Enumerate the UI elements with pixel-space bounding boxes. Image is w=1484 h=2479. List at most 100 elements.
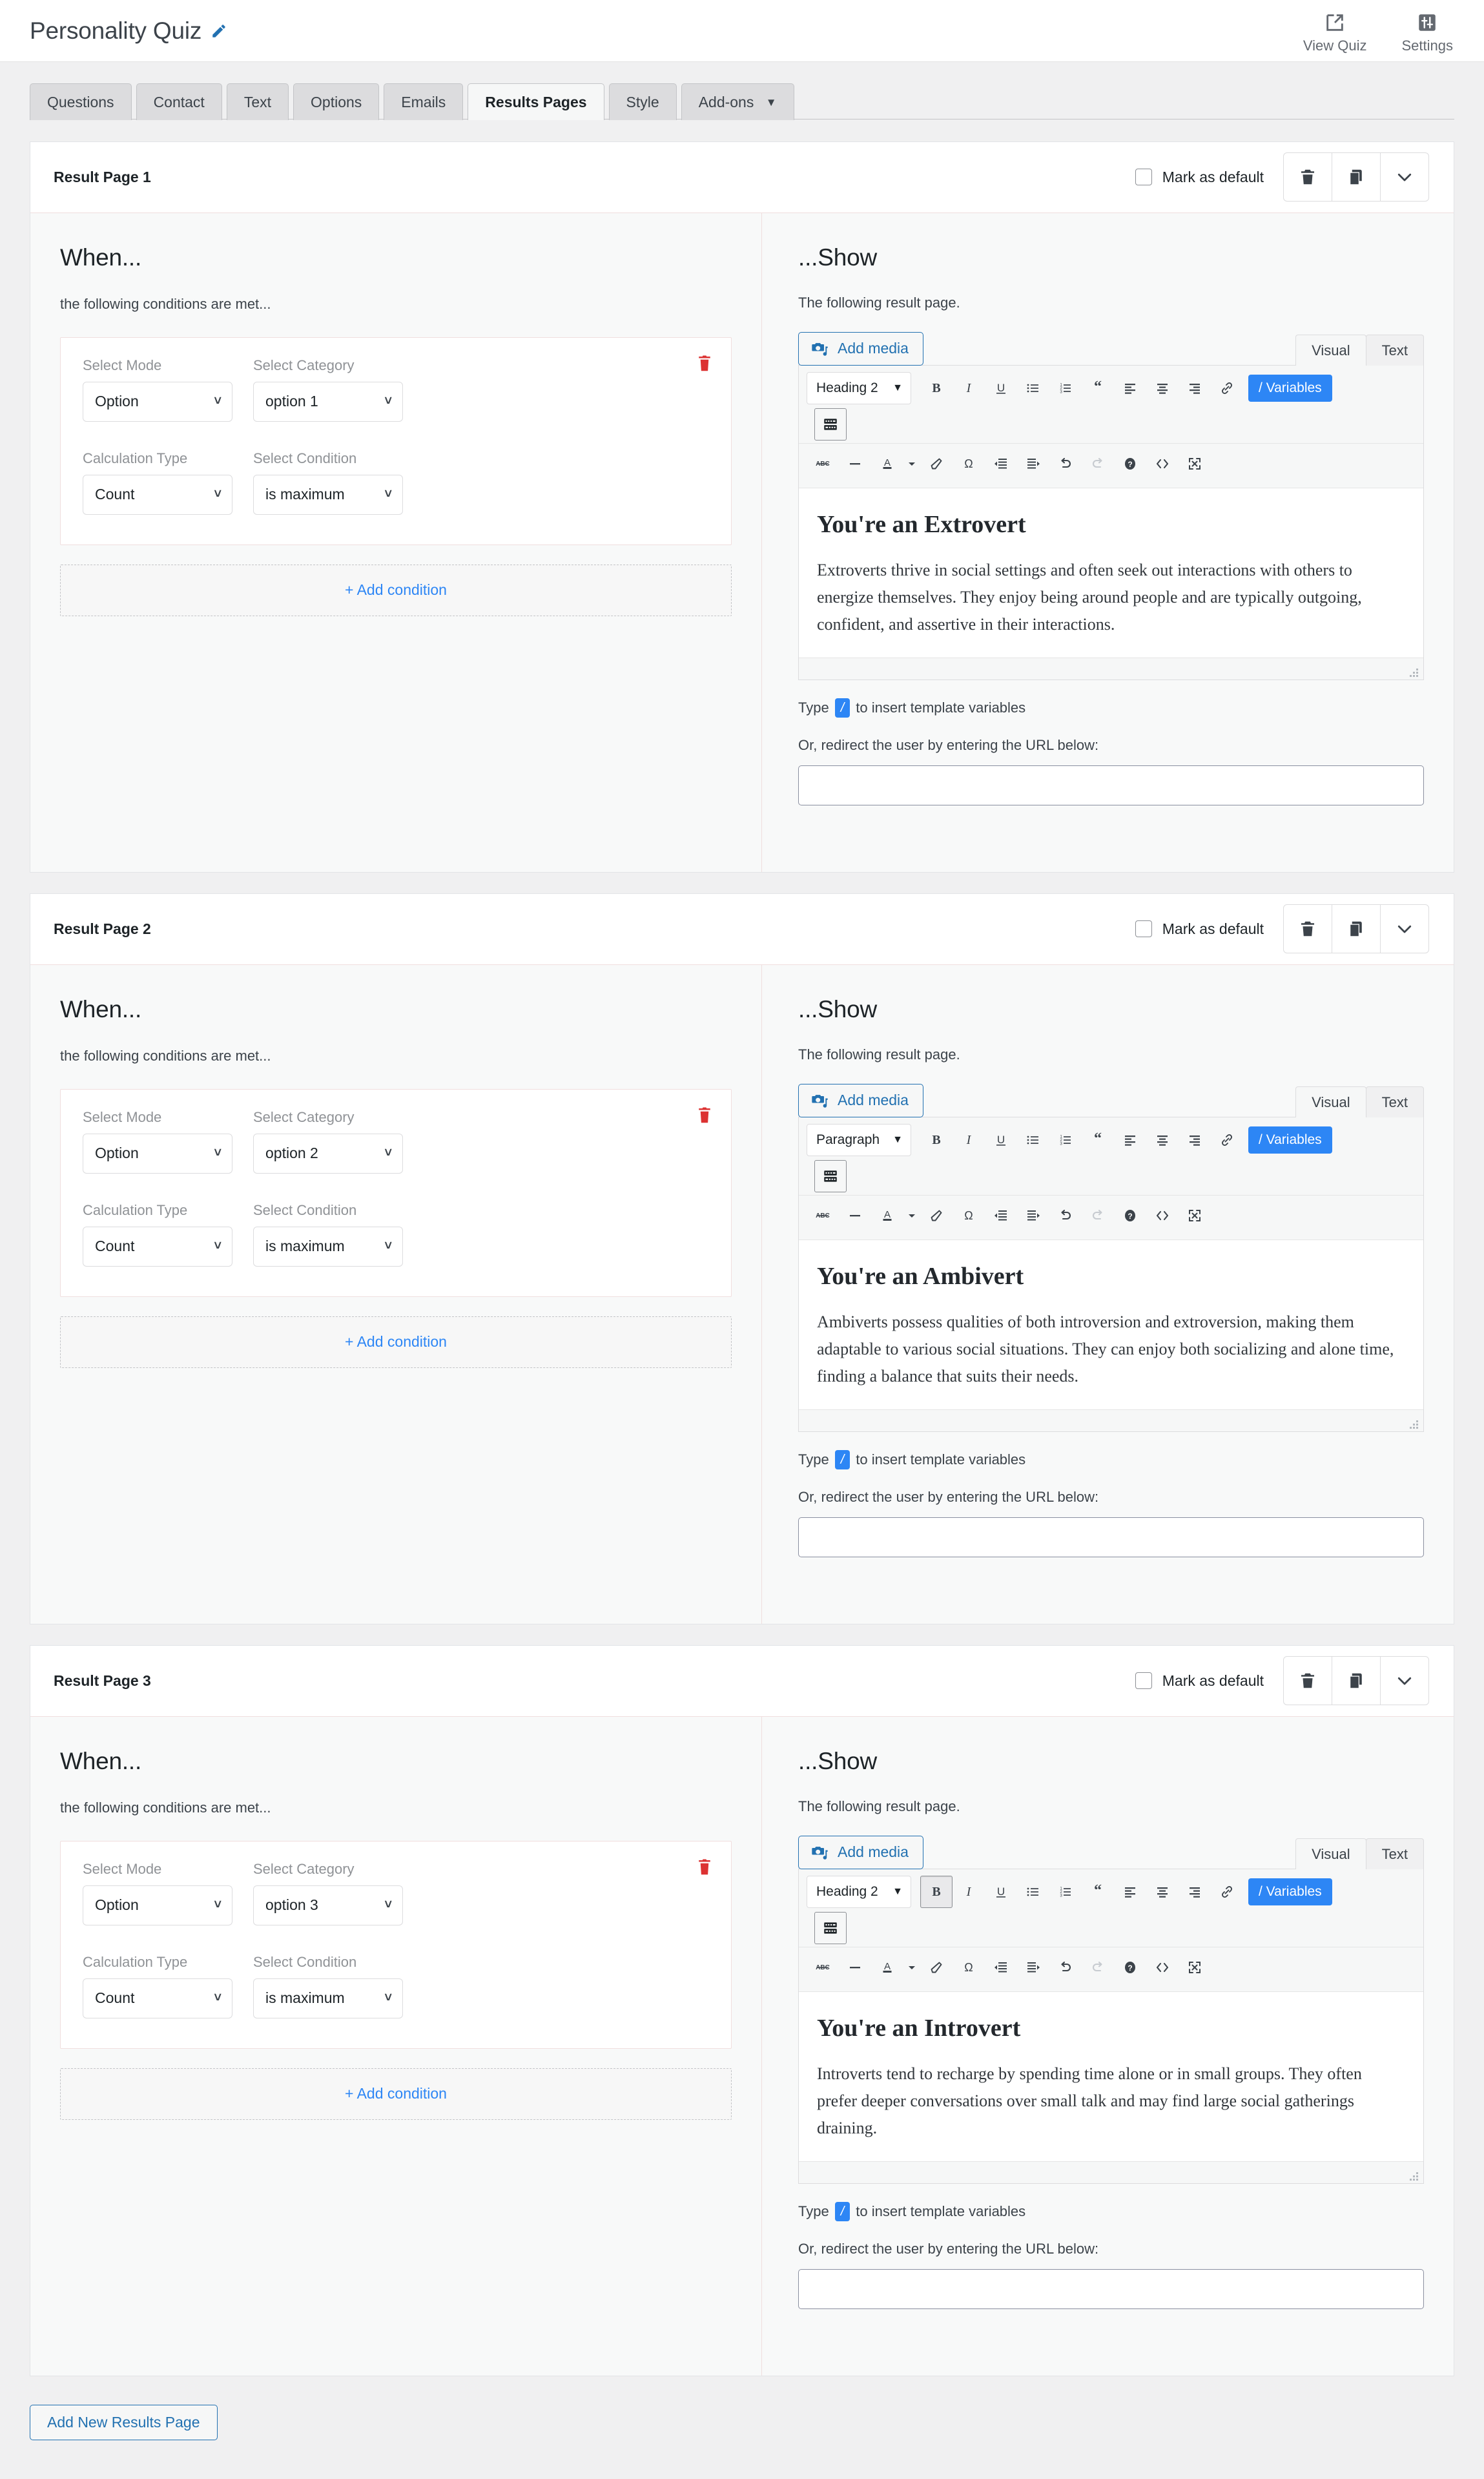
underline-icon[interactable]: U bbox=[985, 372, 1017, 404]
tab-text[interactable]: Text bbox=[226, 83, 289, 120]
bulleted-list-icon[interactable] bbox=[1017, 1876, 1049, 1908]
bulleted-list-icon[interactable] bbox=[1017, 1124, 1049, 1156]
add-media-button[interactable]: Add media bbox=[798, 331, 923, 366]
link-icon[interactable] bbox=[1211, 1876, 1243, 1908]
tab-results-pages[interactable]: Results Pages bbox=[468, 83, 604, 120]
select-mode-dropdown[interactable]: Option ˅ bbox=[83, 1885, 232, 1925]
duplicate-result-page-button[interactable] bbox=[1332, 1656, 1381, 1706]
numbered-list-icon[interactable]: 123 bbox=[1049, 372, 1082, 404]
select-condition-dropdown[interactable]: is maximum ˅ bbox=[253, 474, 403, 515]
editor-resize-handle[interactable] bbox=[1409, 2172, 1418, 2181]
redirect-url-input[interactable] bbox=[798, 765, 1424, 806]
align-right-icon[interactable] bbox=[1179, 372, 1211, 404]
editor-content[interactable]: You're an Extrovert Extroverts thrive in… bbox=[799, 487, 1423, 658]
italic-icon[interactable]: I bbox=[953, 372, 985, 404]
tab-visual[interactable]: Visual bbox=[1295, 1838, 1366, 1869]
align-center-icon[interactable] bbox=[1146, 1876, 1179, 1908]
source-code-icon[interactable] bbox=[1146, 448, 1179, 480]
redo-icon[interactable] bbox=[1082, 1951, 1114, 1984]
editor-resize-handle[interactable] bbox=[1409, 668, 1418, 678]
undo-icon[interactable] bbox=[1049, 448, 1082, 480]
mark-as-default-checkbox[interactable] bbox=[1135, 920, 1152, 938]
delete-result-page-button[interactable] bbox=[1283, 152, 1332, 202]
italic-icon[interactable]: I bbox=[953, 1124, 985, 1156]
underline-icon[interactable]: U bbox=[985, 1124, 1017, 1156]
delete-result-page-button[interactable] bbox=[1283, 904, 1332, 954]
mark-as-default-checkbox[interactable] bbox=[1135, 1672, 1152, 1690]
blockquote-icon[interactable]: “ bbox=[1082, 1124, 1114, 1156]
tab-contact[interactable]: Contact bbox=[136, 83, 222, 120]
delete-condition-button[interactable] bbox=[695, 353, 714, 374]
outdent-icon[interactable] bbox=[985, 448, 1017, 480]
special-character-icon[interactable]: Ω bbox=[953, 1951, 985, 1984]
tab-visual[interactable]: Visual bbox=[1295, 1086, 1366, 1117]
fullscreen-icon[interactable] bbox=[1179, 1951, 1211, 1984]
collapse-result-page-button[interactable] bbox=[1380, 904, 1429, 954]
collapse-result-page-button[interactable] bbox=[1380, 152, 1429, 202]
align-left-icon[interactable] bbox=[1114, 1876, 1146, 1908]
editor-resize-handle[interactable] bbox=[1409, 1420, 1418, 1429]
duplicate-result-page-button[interactable] bbox=[1332, 152, 1381, 202]
calculation-type-dropdown[interactable]: Count ˅ bbox=[83, 1978, 232, 2018]
strikethrough-icon[interactable]: ABC bbox=[807, 1951, 839, 1984]
keyboard-toolbar-icon[interactable] bbox=[814, 1159, 847, 1192]
select-condition-dropdown[interactable]: is maximum ˅ bbox=[253, 1226, 403, 1267]
add-new-results-page-button[interactable]: Add New Results Page bbox=[30, 2404, 218, 2440]
delete-condition-button[interactable] bbox=[695, 1105, 714, 1126]
undo-icon[interactable] bbox=[1049, 1199, 1082, 1232]
bulleted-list-icon[interactable] bbox=[1017, 372, 1049, 404]
add-condition-button[interactable]: + Add condition bbox=[60, 2068, 732, 2120]
clear-formatting-icon[interactable] bbox=[920, 1199, 953, 1232]
italic-icon[interactable]: I bbox=[953, 1876, 985, 1908]
tab-questions[interactable]: Questions bbox=[30, 83, 132, 120]
tab-text[interactable]: Text bbox=[1365, 1086, 1424, 1117]
settings-button[interactable]: Settings bbox=[1402, 12, 1453, 54]
calculation-type-dropdown[interactable]: Count ˅ bbox=[83, 1226, 232, 1267]
tab-emails[interactable]: Emails bbox=[384, 83, 464, 120]
indent-icon[interactable] bbox=[1017, 1199, 1049, 1232]
text-color-dropdown-icon[interactable] bbox=[903, 1951, 920, 1984]
link-icon[interactable] bbox=[1211, 1124, 1243, 1156]
clear-formatting-icon[interactable] bbox=[920, 448, 953, 480]
tab-options[interactable]: Options bbox=[293, 83, 380, 120]
source-code-icon[interactable] bbox=[1146, 1199, 1179, 1232]
numbered-list-icon[interactable]: 123 bbox=[1049, 1124, 1082, 1156]
redirect-url-input[interactable] bbox=[798, 1517, 1424, 1558]
text-color-icon[interactable]: A bbox=[871, 1199, 903, 1232]
select-mode-dropdown[interactable]: Option ˅ bbox=[83, 1133, 232, 1174]
insert-variables-button[interactable]: / Variables bbox=[1248, 1878, 1332, 1905]
format-dropdown[interactable]: Paragraph ▼ bbox=[807, 1123, 911, 1156]
text-color-dropdown-icon[interactable] bbox=[903, 1199, 920, 1232]
tab-addons[interactable]: Add-ons ▼ bbox=[681, 83, 794, 120]
strikethrough-icon[interactable]: ABC bbox=[807, 1199, 839, 1232]
select-category-dropdown[interactable]: option 3 ˅ bbox=[253, 1885, 403, 1925]
keyboard-toolbar-icon[interactable] bbox=[814, 1911, 847, 1944]
link-icon[interactable] bbox=[1211, 372, 1243, 404]
outdent-icon[interactable] bbox=[985, 1951, 1017, 1984]
mark-as-default-checkbox[interactable] bbox=[1135, 169, 1152, 186]
align-center-icon[interactable] bbox=[1146, 1124, 1179, 1156]
outdent-icon[interactable] bbox=[985, 1199, 1017, 1232]
format-dropdown[interactable]: Heading 2 ▼ bbox=[807, 1875, 911, 1908]
numbered-list-icon[interactable]: 123 bbox=[1049, 1876, 1082, 1908]
editor-content[interactable]: You're an Ambivert Ambiverts possess qua… bbox=[799, 1239, 1423, 1410]
add-condition-button[interactable]: + Add condition bbox=[60, 1316, 732, 1368]
help-icon[interactable]: ? bbox=[1114, 448, 1146, 480]
align-left-icon[interactable] bbox=[1114, 1124, 1146, 1156]
align-center-icon[interactable] bbox=[1146, 372, 1179, 404]
clear-formatting-icon[interactable] bbox=[920, 1951, 953, 1984]
delete-result-page-button[interactable] bbox=[1283, 1656, 1332, 1706]
special-character-icon[interactable]: Ω bbox=[953, 448, 985, 480]
mark-as-default-control[interactable]: Mark as default bbox=[1135, 1672, 1264, 1690]
text-color-icon[interactable]: A bbox=[871, 448, 903, 480]
select-mode-dropdown[interactable]: Option ˅ bbox=[83, 381, 232, 422]
select-category-dropdown[interactable]: option 1 ˅ bbox=[253, 381, 403, 422]
bold-icon[interactable]: B bbox=[920, 1875, 953, 1908]
mark-as-default-control[interactable]: Mark as default bbox=[1135, 169, 1264, 186]
calculation-type-dropdown[interactable]: Count ˅ bbox=[83, 474, 232, 515]
blockquote-icon[interactable]: “ bbox=[1082, 1876, 1114, 1908]
indent-icon[interactable] bbox=[1017, 1951, 1049, 1984]
align-right-icon[interactable] bbox=[1179, 1876, 1211, 1908]
redo-icon[interactable] bbox=[1082, 1199, 1114, 1232]
add-condition-button[interactable]: + Add condition bbox=[60, 564, 732, 616]
